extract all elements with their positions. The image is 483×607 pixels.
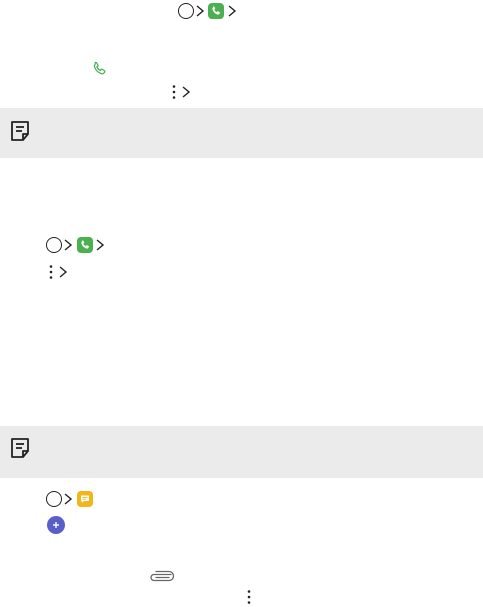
phone-app-icon[interactable] xyxy=(208,3,224,19)
chevron-right-icon xyxy=(64,239,73,251)
note-icon xyxy=(11,121,29,141)
chevron-right-icon xyxy=(96,239,105,251)
chevron-right-icon xyxy=(228,5,237,17)
chevron-right-icon xyxy=(196,5,205,17)
note-icon xyxy=(11,438,29,458)
note-box xyxy=(0,108,483,158)
chevron-right-icon xyxy=(182,86,191,98)
add-button[interactable] xyxy=(47,516,65,534)
home-button-icon[interactable] xyxy=(46,237,62,253)
plus-icon xyxy=(53,522,59,528)
message-app-icon[interactable] xyxy=(77,491,93,507)
more-options-icon[interactable] xyxy=(246,589,252,605)
more-options-icon[interactable] xyxy=(48,264,54,280)
paperclip-icon[interactable] xyxy=(147,570,175,582)
note-box xyxy=(0,426,483,478)
home-button-icon[interactable] xyxy=(46,491,62,507)
chevron-right-icon xyxy=(64,493,73,505)
home-button-icon[interactable] xyxy=(178,3,194,19)
phone-outline-icon xyxy=(93,61,106,75)
more-options-icon[interactable] xyxy=(171,84,177,100)
phone-app-icon[interactable] xyxy=(77,237,93,253)
chevron-right-icon xyxy=(59,266,68,278)
